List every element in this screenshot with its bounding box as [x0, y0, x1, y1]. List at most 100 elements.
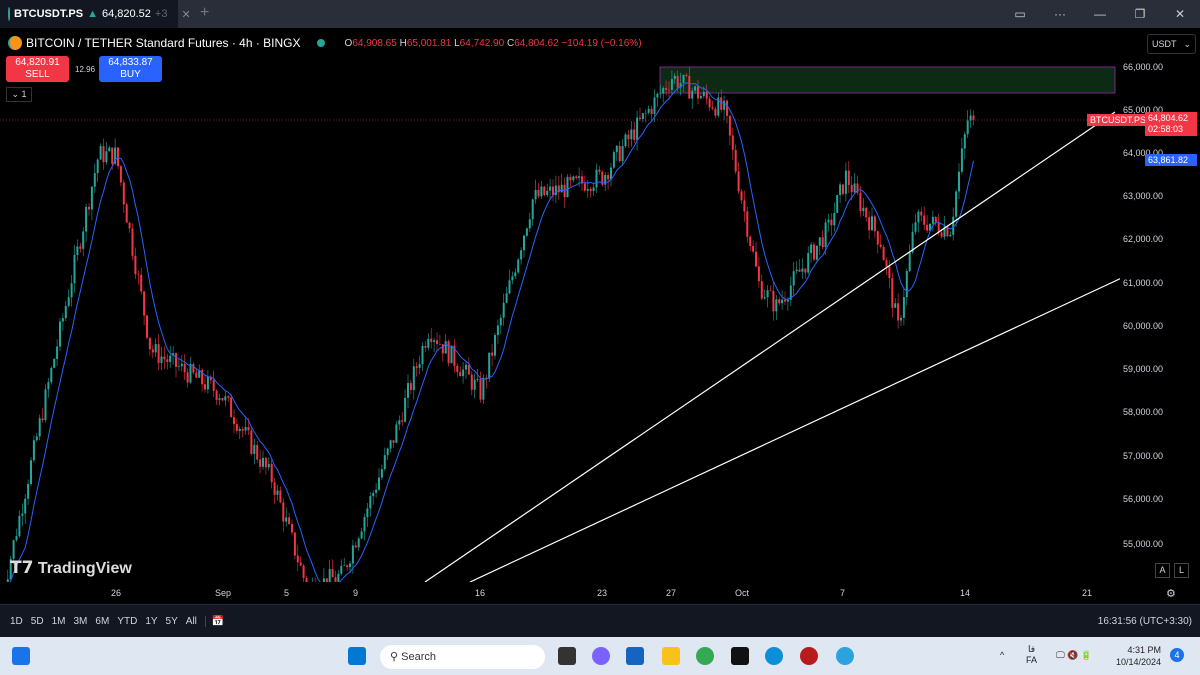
candle: [966, 120, 969, 135]
candle: [578, 176, 581, 179]
candle: [154, 344, 157, 353]
candle: [180, 363, 183, 367]
candle: [807, 253, 810, 273]
candle: [285, 517, 288, 522]
candle: [192, 363, 195, 373]
taskbar-clock[interactable]: 4:31 PM 10/14/2024: [1116, 644, 1161, 668]
candle: [702, 91, 705, 97]
candle: [183, 363, 186, 373]
candle: [560, 184, 563, 193]
maximize-button[interactable]: ❐: [1120, 7, 1160, 21]
candle: [346, 565, 349, 568]
store-icon[interactable]: [626, 647, 644, 665]
candle: [117, 147, 119, 167]
candle: [499, 317, 502, 326]
app-8-icon[interactable]: [800, 647, 818, 665]
settings-gear-icon[interactable]: ⚙: [1166, 587, 1176, 600]
candle: [766, 290, 769, 298]
range-5d[interactable]: 5D: [31, 616, 44, 627]
candle: [424, 345, 427, 348]
teams-icon[interactable]: [592, 647, 610, 665]
price-axis-label: 63,000.00: [1123, 191, 1164, 201]
range-all[interactable]: All: [186, 616, 197, 627]
candle: [641, 113, 644, 119]
candle: [250, 430, 253, 454]
candle: [572, 176, 575, 181]
candle: [88, 206, 90, 210]
candle: [488, 352, 491, 379]
auto-scale-button[interactable]: A: [1155, 563, 1170, 578]
candle: [267, 463, 270, 468]
network-volume-battery-icons[interactable]: 🖵 🔇 🔋: [1056, 650, 1092, 661]
candle: [662, 88, 665, 94]
candle: [862, 207, 865, 212]
candle: [711, 107, 714, 109]
candle: [624, 134, 627, 147]
candle: [813, 244, 815, 260]
range-3m[interactable]: 3M: [74, 616, 88, 627]
candle: [6, 579, 9, 582]
language-indicator[interactable]: فا FA: [1026, 644, 1037, 666]
currency-select[interactable]: USDT ⌄: [1147, 34, 1196, 54]
notification-badge[interactable]: 4: [1170, 648, 1184, 662]
candle: [920, 211, 923, 216]
candle: [302, 565, 305, 578]
candle: [676, 75, 679, 88]
tradingview-icon[interactable]: [731, 647, 749, 665]
candle: [456, 365, 459, 372]
candle: [900, 317, 902, 321]
range-5y[interactable]: 5Y: [166, 616, 178, 627]
candle: [569, 176, 572, 181]
candle: [151, 349, 154, 353]
candle: [259, 459, 262, 467]
candle: [792, 271, 795, 286]
tray-overflow-icon[interactable]: ^: [1000, 650, 1004, 660]
range-ytd[interactable]: YTD: [117, 616, 137, 627]
candle: [351, 545, 354, 564]
candle: [398, 420, 401, 425]
candle: [592, 187, 595, 191]
candle: [186, 372, 189, 383]
candle: [279, 490, 282, 503]
candle: [728, 115, 731, 136]
candle: [296, 555, 299, 563]
price-chart[interactable]: [0, 0, 1120, 582]
app-icon[interactable]: [558, 647, 576, 665]
candle: [105, 151, 108, 163]
candle: [830, 219, 833, 226]
range-6m[interactable]: 6M: [95, 616, 109, 627]
candle: [264, 457, 267, 468]
close-button[interactable]: ✕: [1160, 7, 1200, 21]
candle: [963, 134, 966, 149]
candle: [21, 513, 24, 516]
date-range-icon[interactable]: 📅: [204, 615, 224, 627]
taskbar-search[interactable]: ⚲ Search: [380, 645, 545, 669]
candle: [291, 524, 293, 533]
range-1d[interactable]: 1D: [10, 616, 23, 627]
candle: [288, 517, 291, 525]
candle: [436, 340, 438, 344]
candle: [12, 540, 15, 559]
time-axis-label: 16: [475, 588, 486, 598]
range-1m[interactable]: 1M: [52, 616, 66, 627]
candle: [833, 212, 836, 226]
candle: [656, 93, 659, 98]
file-explorer-icon[interactable]: [662, 647, 680, 665]
telegram-icon[interactable]: [836, 647, 854, 665]
time-axis-label: 26: [111, 588, 122, 598]
candle: [125, 204, 128, 223]
candle: [177, 366, 180, 367]
candle: [459, 371, 462, 377]
candle: [737, 171, 740, 192]
time-axis-label: Sep: [215, 588, 232, 598]
widgets-icon[interactable]: [12, 647, 30, 665]
candle: [760, 281, 763, 299]
windows-start-icon[interactable]: [348, 647, 366, 665]
log-scale-button[interactable]: L: [1174, 563, 1189, 578]
range-1y[interactable]: 1Y: [145, 616, 157, 627]
candle: [534, 189, 537, 200]
edge-icon[interactable]: [765, 647, 783, 665]
chrome-icon[interactable]: [696, 647, 714, 665]
candle: [940, 232, 943, 237]
clock[interactable]: 16:31:56 (UTC+3:30): [1098, 616, 1192, 627]
